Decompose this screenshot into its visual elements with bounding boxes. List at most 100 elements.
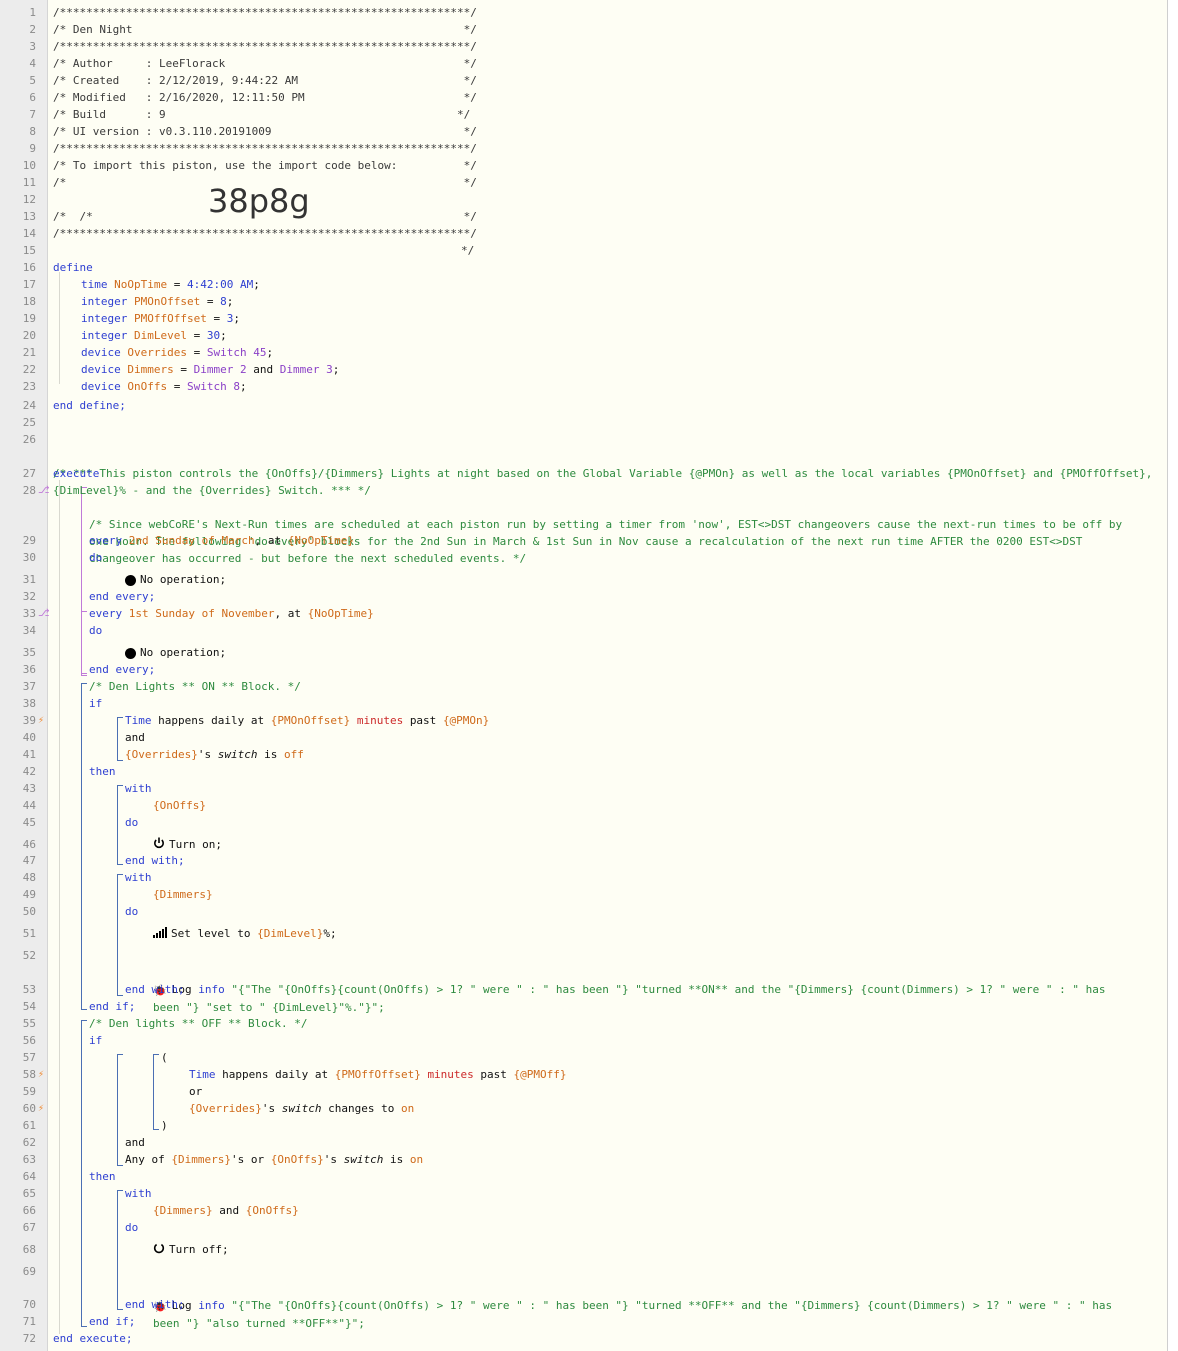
with-dimmers-bracket xyxy=(117,874,123,996)
end-with-keyword: end with; xyxy=(125,854,185,867)
paren-close: ) xyxy=(161,1119,168,1132)
or-operator[interactable]: or xyxy=(189,1083,202,1100)
power-icon xyxy=(153,837,165,854)
with-onoffs-bracket xyxy=(117,785,123,865)
device-dimmers-and-onoffs[interactable]: {Dimmers} and {OnOffs} xyxy=(153,1202,299,1219)
every-statement-2[interactable]: every 1st Sunday of November, at {NoOpTi… xyxy=(89,605,374,622)
if-keyword: if xyxy=(89,1034,103,1047)
header-border: /***************************************… xyxy=(53,40,477,53)
then-keyword: then xyxy=(89,1170,116,1183)
fork-icon[interactable]: ⎇ xyxy=(38,605,50,622)
line-number: 51 xyxy=(22,927,36,940)
off-block-comment: /* Den lights ** OFF ** Block. */ xyxy=(89,1017,308,1030)
define-variable-row[interactable]: device OnOffs = Switch 8; xyxy=(81,378,247,395)
no-operation-statement[interactable]: No operation; xyxy=(125,644,226,661)
line-number: 56 xyxy=(22,1034,36,1047)
line-number: 16 xyxy=(22,261,36,274)
line-number: 38 xyxy=(22,697,36,710)
header-border: /***************************************… xyxy=(53,6,477,19)
conditions-off-bracket xyxy=(117,1054,123,1166)
line-number: 17 xyxy=(22,278,36,291)
define-variable-row[interactable]: integer PMOffOffset = 3; xyxy=(81,310,240,327)
line-number: 67 xyxy=(22,1221,36,1234)
header-border: /***************************************… xyxy=(53,227,477,240)
conditions-on-bracket xyxy=(117,717,123,761)
end-every-keyword: end every; xyxy=(89,590,156,603)
and-operator[interactable]: and xyxy=(125,1134,145,1151)
line-number: 11 xyxy=(22,176,36,189)
line-number: 9 xyxy=(29,142,36,155)
line-number: 37 xyxy=(22,680,36,693)
device-dimmers[interactable]: {Dimmers} xyxy=(153,886,213,903)
line-number: 18 xyxy=(22,295,36,308)
line-number: 6 xyxy=(29,91,36,104)
line-number: 58 xyxy=(22,1068,36,1081)
define-variable-row[interactable]: device Dimmers = Dimmer 2 and Dimmer 3; xyxy=(81,361,339,378)
with-both-bracket xyxy=(117,1190,123,1310)
header-blank-line: /* */ xyxy=(53,210,477,223)
do-keyword: do xyxy=(89,551,103,564)
piston-code-editor: ⎇ ⎇ ⚡ ⚡ ⚡ 1 2 3 4 5 6 7 8 9 10 11 12 13 14 15 16 17 18 19 2… xyxy=(0,0,1168,1351)
with-keyword: with xyxy=(125,1187,152,1200)
line-number: 26 xyxy=(22,433,36,446)
with-keyword: with xyxy=(125,782,152,795)
condition-override-on[interactable]: {Overrides}'s switch changes to on xyxy=(189,1100,414,1117)
filled-circle-icon xyxy=(125,647,136,659)
line-number: 21 xyxy=(22,346,36,359)
lightning-bolt-icon[interactable]: ⚡ xyxy=(38,712,44,729)
line-number: 4 xyxy=(29,57,36,70)
line-number: 35 xyxy=(22,646,36,659)
line-number: 33 xyxy=(22,607,36,620)
line-number: 20 xyxy=(22,329,36,342)
fork-icon[interactable]: ⎇ xyxy=(38,482,50,499)
filled-circle-icon xyxy=(125,574,136,586)
define-variable-row[interactable]: integer PMOnOffset = 8; xyxy=(81,293,233,310)
created-line: /* Created : 2/12/2019, 9:44:22 AM */ xyxy=(53,74,477,87)
line-number: 13 xyxy=(22,210,36,223)
line-number: 24 xyxy=(22,399,36,412)
line-number: 44 xyxy=(22,799,36,812)
line-number: 57 xyxy=(22,1051,36,1064)
line-number: 23 xyxy=(22,380,36,393)
define-variable-row[interactable]: integer DimLevel = 30; xyxy=(81,327,227,344)
no-operation-statement[interactable]: No operation; xyxy=(125,571,226,588)
line-number: 10 xyxy=(22,159,36,172)
every-block-bracket-2 xyxy=(81,611,87,674)
condition-override-off[interactable]: {Overrides}'s switch is off xyxy=(125,746,304,763)
and-operator[interactable]: and xyxy=(125,729,145,746)
paren-open: ( xyxy=(161,1051,168,1064)
device-onoffs[interactable]: {OnOffs} xyxy=(153,797,206,814)
line-number: 63 xyxy=(22,1153,36,1166)
line-number: 52 xyxy=(22,949,36,962)
line-number: 60 xyxy=(22,1102,36,1115)
turn-on-command[interactable]: Turn on; xyxy=(153,836,222,854)
end-execute-keyword: end execute; xyxy=(53,1332,133,1345)
line-number: 1 xyxy=(29,6,36,19)
define-variable-row[interactable]: device Overrides = Switch 45; xyxy=(81,344,273,361)
every-comment: /* Since webCoRE's Next-Run times are sc… xyxy=(89,518,1123,565)
line-number: 64 xyxy=(22,1170,36,1183)
line-number: 39 xyxy=(22,714,36,727)
turn-off-command[interactable]: Turn off; xyxy=(153,1241,229,1259)
line-number: 48 xyxy=(22,871,36,884)
line-number: 5 xyxy=(29,74,36,87)
or-group-bracket xyxy=(153,1054,159,1130)
line-number: 22 xyxy=(22,363,36,376)
line-number: 31 xyxy=(22,573,36,586)
line-number: 8 xyxy=(29,125,36,138)
condition-any-switch-on[interactable]: Any of {Dimmers}'s or {OnOffs}'s switch … xyxy=(125,1151,423,1168)
condition-time-on[interactable]: Time happens daily at {PMOnOffset} minut… xyxy=(125,712,489,729)
lightning-bolt-icon[interactable]: ⚡ xyxy=(38,1100,44,1117)
line-number: 25 xyxy=(22,416,36,429)
if-on-bracket xyxy=(81,683,87,1010)
line-number: 68 xyxy=(22,1243,36,1256)
lightning-bolt-icon[interactable]: ⚡ xyxy=(38,1066,44,1083)
condition-time-off[interactable]: Time happens daily at {PMOffOffset} minu… xyxy=(189,1066,567,1083)
every-statement-1[interactable]: every 2nd Sunday of March, at {NoOpTime} xyxy=(89,532,354,549)
line-number: 54 xyxy=(22,1000,36,1013)
define-variable-row[interactable]: time NoOpTime = 4:42:00 AM; xyxy=(81,276,260,293)
do-keyword: do xyxy=(125,905,139,918)
set-level-command[interactable]: Set level to {DimLevel}%; xyxy=(153,925,337,943)
build-line: /* Build : 9 */ xyxy=(53,108,471,121)
line-number: 46 xyxy=(22,838,36,851)
